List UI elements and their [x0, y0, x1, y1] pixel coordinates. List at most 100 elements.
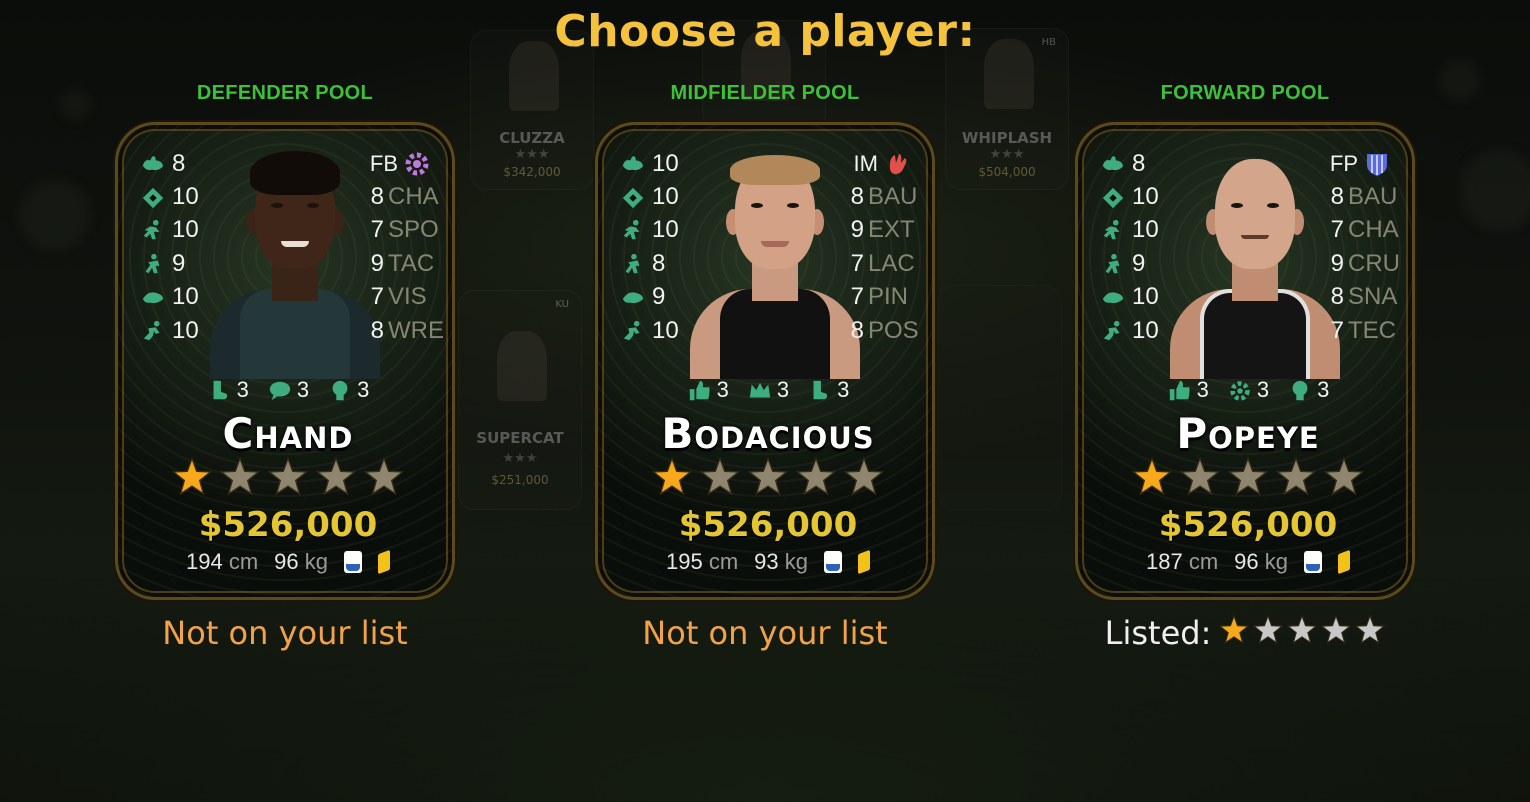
star-empty-icon	[699, 456, 741, 504]
speech-icon	[267, 379, 291, 401]
attribute-value: 8	[370, 316, 384, 344]
position-code: FB	[369, 150, 398, 176]
attribute-row: 9 EXT	[838, 214, 915, 247]
stat-row: 10	[140, 214, 206, 247]
player-meta: 187 cm 96 kg	[1078, 549, 1412, 575]
attribute-row: 7 VIS	[358, 281, 430, 314]
stat-value: 8	[172, 149, 186, 177]
star-empty-icon	[795, 456, 837, 504]
stat-row: 8	[1100, 147, 1166, 180]
attribute-column: FB 8 CHA 7 SPO 9 TAC 7 VIS 8 WRE	[358, 147, 444, 347]
attribute-value: 7	[1330, 316, 1344, 344]
trait-value: 3	[776, 377, 790, 402]
attribute-row: 7 CHA	[1318, 214, 1399, 247]
player-name: Bodacious	[661, 409, 875, 458]
kicking-icon	[620, 186, 646, 209]
player-portrait	[690, 139, 860, 379]
speed-icon	[620, 219, 646, 241]
stat-value: 10	[652, 183, 679, 211]
player-name: SUPERCAT	[476, 429, 564, 447]
stat-value: 10	[1132, 316, 1159, 344]
attribute-code: CHA	[1348, 216, 1399, 244]
star-empty-icon	[363, 456, 405, 504]
marking-icon	[140, 286, 166, 308]
list-status: Not on your list	[162, 614, 408, 652]
background-card	[938, 285, 1062, 510]
attribute-value: 7	[370, 283, 384, 311]
weight-unit: kg	[304, 549, 329, 574]
gear-icon	[1227, 379, 1250, 401]
stat-row: 10	[620, 314, 686, 347]
trait: 3	[1227, 377, 1269, 403]
leg-icon	[207, 379, 229, 401]
stat-row: 8	[620, 247, 686, 280]
star-filled-icon	[171, 456, 213, 504]
star-rating: ★★★	[502, 451, 538, 466]
stat-row: 10	[620, 147, 686, 180]
attribute-row: 8 POS	[838, 314, 919, 347]
trait-row: 3 3 3	[118, 377, 452, 403]
thumbs-up-icon	[687, 379, 710, 401]
trait-value: 3	[357, 377, 370, 402]
player-card[interactable]: 8 10 10 9 10 10 FB 8 CHA 7 SPO 9 TAC 7 VIS 8 WRE 333 C…	[115, 122, 455, 600]
leg-icon	[807, 379, 829, 401]
attribute-value: 8	[1330, 183, 1344, 211]
shield-icon	[1364, 151, 1390, 177]
stat-row: 10	[140, 180, 206, 213]
player-name: Chand	[222, 409, 354, 458]
player-card[interactable]: 10 10 10 8 9 10 IM 8 BAU 9 EXT 7 LAC 7 PIN 8 POS 333 B…	[595, 122, 935, 600]
star-empty-icon	[1275, 456, 1317, 504]
trait: 3	[1167, 377, 1209, 403]
listed-label: Listed:	[1104, 614, 1212, 652]
attribute-row: 7 PIN	[838, 281, 910, 314]
pool-label: MIDFIELDER POOL	[670, 82, 860, 104]
attribute-code: TAC	[388, 249, 435, 277]
stat-column: 8 10 10 9 10 10	[140, 147, 206, 347]
height-unit: cm	[708, 549, 739, 574]
trait-value: 3	[296, 377, 310, 402]
background-card: KU SUPERCAT ★★★ $251,000	[458, 290, 582, 510]
trait-row: 3 3 3	[1078, 377, 1412, 403]
trait: 3	[687, 377, 729, 403]
attribute-value: 9	[370, 249, 384, 277]
attribute-value: 7	[850, 283, 864, 311]
weight-value: 96	[274, 549, 299, 574]
attribute-value: 9	[1330, 249, 1344, 277]
attribute-row: 9 TAC	[358, 247, 435, 280]
lightbulb-icon	[327, 379, 349, 401]
attribute-value: 8	[1330, 283, 1344, 311]
stat-row: 10	[140, 314, 206, 347]
attribute-value: 8	[850, 183, 864, 211]
trait: 3	[267, 377, 309, 403]
attribute-value: 9	[850, 216, 864, 244]
marking-icon	[1100, 286, 1126, 308]
height-value: 194	[185, 549, 223, 574]
listed-star-rating	[1219, 614, 1386, 651]
attribute-row: 7 LAC	[838, 247, 915, 280]
position-code: KU	[555, 299, 569, 310]
gear-icon	[404, 151, 430, 177]
height-value: 195	[665, 549, 703, 574]
player-card[interactable]: 8 10 10 9 10 10 FP 8 BAU 7 CHA 9 CRU 8 SNA 7 TEC 333 P…	[1075, 122, 1415, 600]
tag-icon	[858, 549, 871, 575]
stat-row: 10	[620, 180, 686, 213]
attribute-value: 7	[1330, 216, 1344, 244]
star-empty-icon	[1179, 456, 1221, 504]
trait: 3	[747, 377, 789, 403]
stat-row: 10	[140, 281, 206, 314]
attribute-row: 8 BAU	[1318, 180, 1398, 213]
stat-column: 10 10 10 8 9 10	[620, 147, 686, 347]
stat-value: 10	[1132, 183, 1159, 211]
stat-value: 9	[1132, 249, 1146, 277]
price: $504,000	[978, 165, 1036, 179]
stat-row: 8	[140, 147, 206, 180]
stat-value: 10	[652, 216, 679, 244]
attribute-code: POS	[868, 316, 919, 344]
strength-icon	[620, 153, 646, 175]
endurance-icon	[140, 320, 166, 342]
player-price: $526,000	[678, 505, 858, 545]
attribute-code: BAU	[868, 183, 918, 211]
attribute-code: LAC	[868, 249, 915, 277]
crown-icon	[747, 379, 771, 401]
star-empty-icon	[747, 456, 789, 504]
